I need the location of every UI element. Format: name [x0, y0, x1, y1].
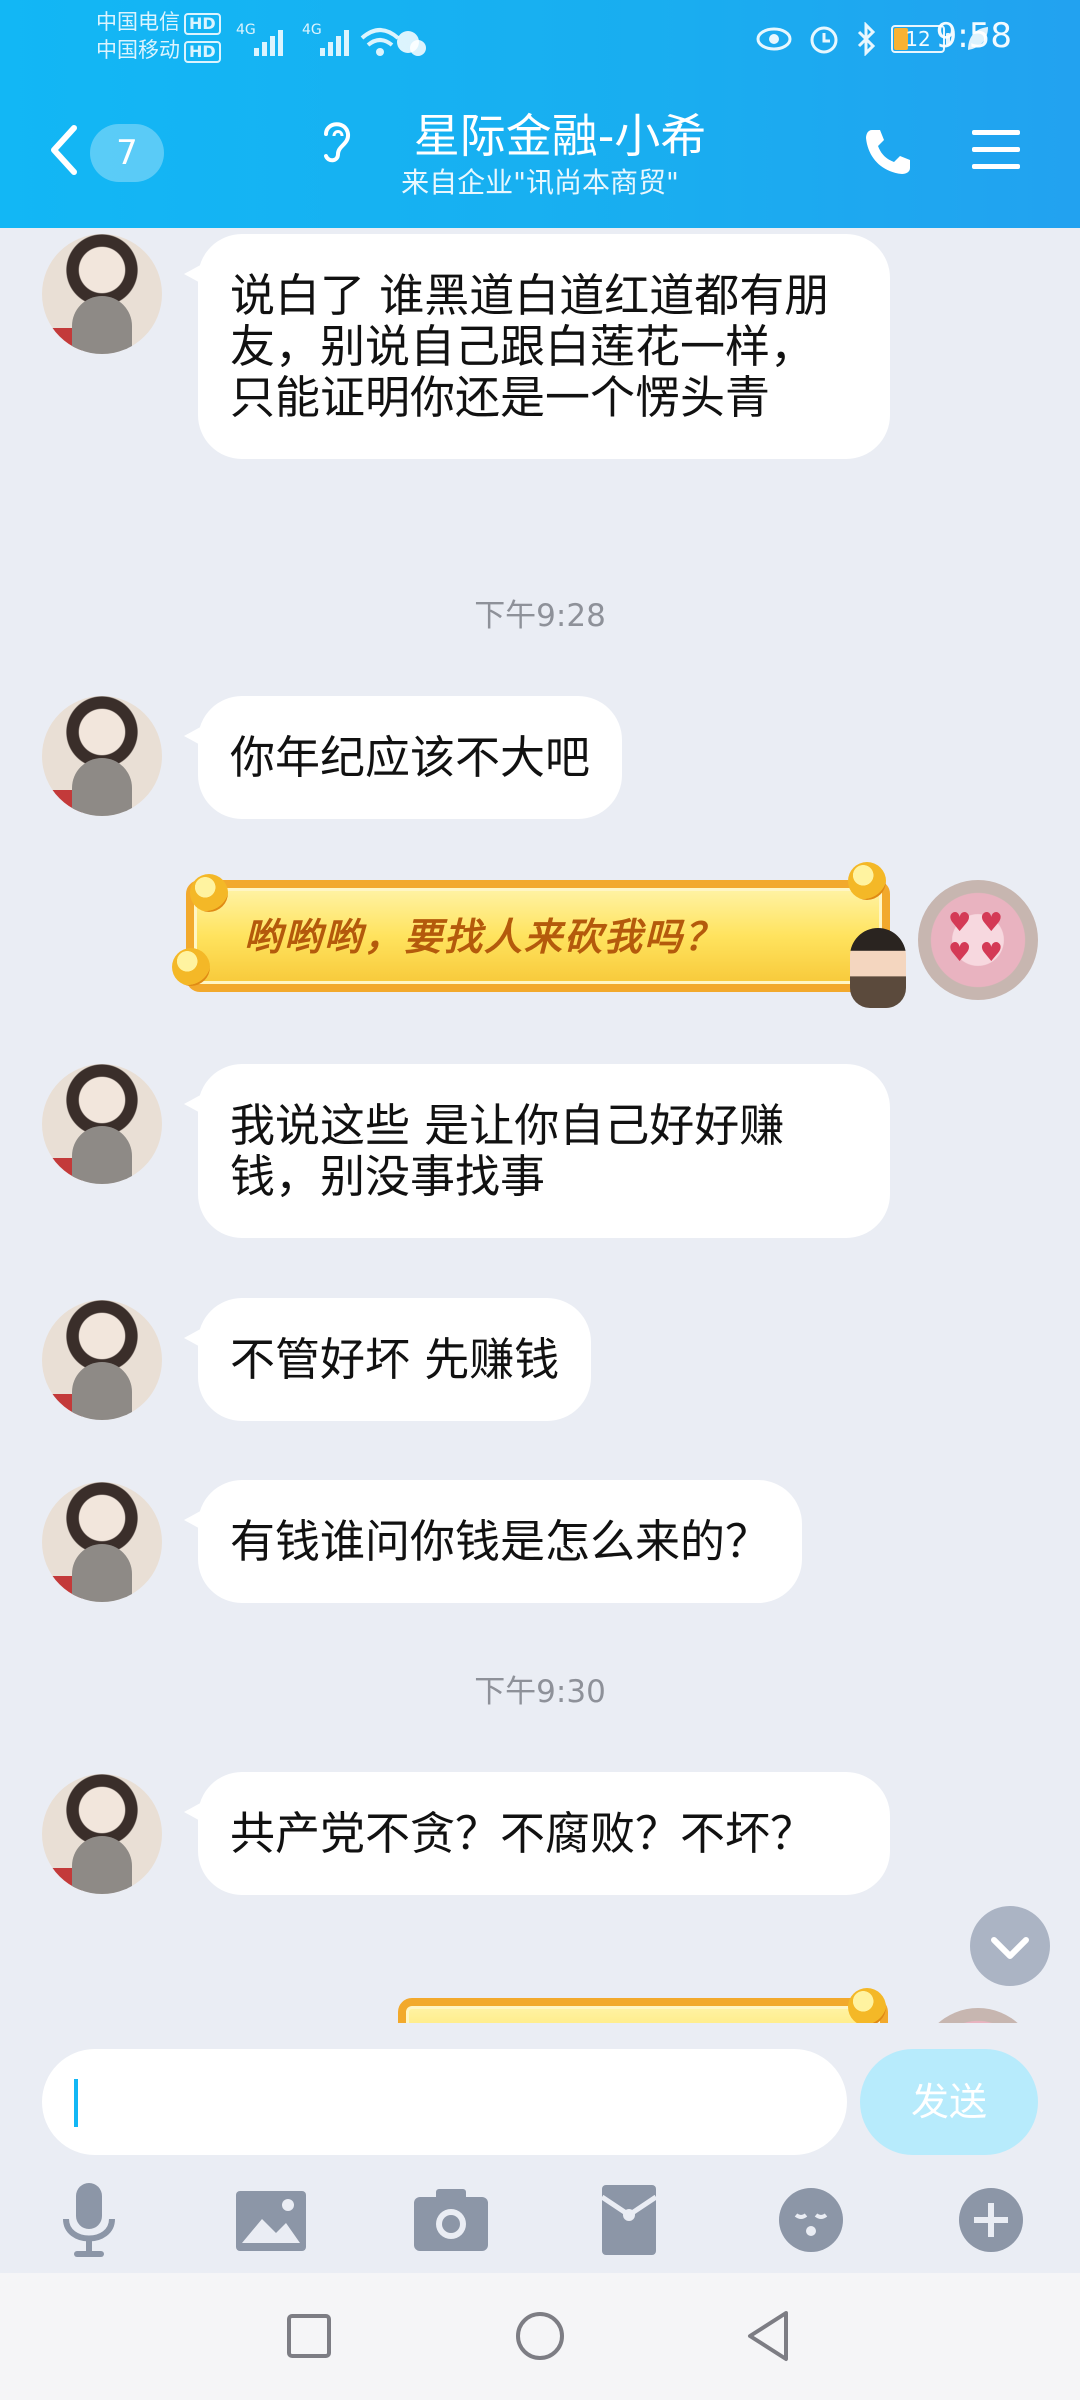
scroll-to-bottom-button[interactable] [970, 1906, 1050, 1986]
gold-bubble-text: 哟哟哟，要找人来砍我吗？ [244, 914, 725, 959]
message-bubble[interactable]: 有钱谁问你钱是怎么来的？ [183, 1480, 803, 1603]
menu-icon[interactable] [968, 122, 1024, 178]
system-nav-bar [0, 2273, 1080, 2400]
emoji-icon[interactable] [766, 2175, 856, 2265]
back-arrow-icon[interactable] [44, 118, 84, 182]
coin-decoration-icon [190, 874, 228, 912]
plus-icon[interactable] [946, 2175, 1036, 2265]
coin-decoration-icon [848, 1988, 886, 2023]
network-4g-label: 4G [302, 22, 322, 38]
message-input[interactable] [42, 2049, 847, 2155]
battery-level: 12 [905, 27, 931, 51]
contact-avatar[interactable] [42, 1300, 162, 1420]
back-nav-icon[interactable] [734, 2301, 804, 2371]
message-list[interactable]: 说白了 谁黑道白道红道都有朋友，别说自己跟白莲花一样，只能证明你还是一个愣头青 … [0, 228, 1080, 2023]
carrier-2: 中国移动 [96, 38, 180, 62]
eye-icon [756, 27, 792, 51]
signal-icons: 4G 4G [236, 22, 426, 56]
chat-header: 中国电信HD 中国移动HD 4G 4G 12 9:58 7 星际金融-小希 [0, 0, 1080, 228]
recent-apps-icon[interactable] [274, 2301, 344, 2371]
contact-avatar[interactable] [42, 696, 162, 816]
home-icon[interactable] [505, 2301, 575, 2371]
chat-subtitle: 来自企业"讯尚本商贸" [401, 166, 679, 199]
hd-badge: HD [184, 13, 221, 35]
contact-avatar[interactable] [42, 234, 162, 354]
message-bubble[interactable]: 共产党不贪？不腐败？不坏？ [184, 1772, 890, 1895]
microphone-icon[interactable] [44, 2175, 134, 2265]
image-icon[interactable] [226, 2175, 316, 2265]
hd-badge: HD [184, 41, 221, 63]
unread-count-badge[interactable]: 7 [90, 124, 164, 182]
message-bubble[interactable]: 你年纪应该不大吧 [183, 696, 623, 819]
gold-frame-bubble-partial[interactable] [398, 1998, 888, 2023]
my-avatar[interactable] [918, 880, 1038, 1000]
send-button[interactable]: 发送 [860, 2049, 1038, 2155]
gold-frame-bubble[interactable]: 哟哟哟，要找人来砍我吗？ [186, 880, 890, 992]
clock: 9:58 [935, 16, 1012, 56]
text-caret [74, 2079, 78, 2127]
message-bubble[interactable]: 我说这些 是让你自己好好赚钱，别没事找事 [184, 1064, 890, 1238]
coin-decoration-icon [848, 862, 886, 900]
input-bar: 发送 [0, 2023, 1080, 2273]
my-avatar[interactable] [918, 2008, 1038, 2023]
chat-title-block[interactable]: 星际金融-小希 来自企业"讯尚本商贸" [300, 106, 780, 200]
red-packet-icon[interactable] [584, 2175, 674, 2265]
chevron-down-icon [991, 1937, 1029, 1959]
camera-icon[interactable] [406, 2175, 496, 2265]
carrier-1: 中国电信 [96, 10, 180, 34]
message-bubble[interactable]: 说白了 谁黑道白道红道都有朋友，别说自己跟白莲花一样，只能证明你还是一个愣头青 [184, 234, 890, 459]
chat-title: 星际金融-小希 [413, 109, 707, 163]
timestamp: 下午9:28 [474, 598, 606, 634]
bubble-character-icon [850, 928, 906, 1008]
contact-avatar[interactable] [42, 1482, 162, 1602]
carrier-info: 中国电信 HD 中国移动 HD [96, 8, 221, 64]
coin-decoration-icon [172, 948, 210, 986]
network-4g-label: 4G [236, 22, 256, 38]
input-toolbar [0, 2175, 1080, 2265]
phone-icon[interactable] [860, 124, 916, 180]
contact-avatar[interactable] [42, 1064, 162, 1184]
contact-avatar[interactable] [42, 1774, 162, 1894]
timestamp: 下午9:30 [474, 1674, 606, 1710]
status-bar: 中国电信 HD 中国移动 HD 4G 4G 12 9:58 [0, 0, 1080, 80]
bluetooth-icon [857, 22, 876, 56]
message-bubble[interactable]: 不管好坏 先赚钱 [183, 1298, 592, 1421]
alarm-icon [810, 26, 838, 54]
